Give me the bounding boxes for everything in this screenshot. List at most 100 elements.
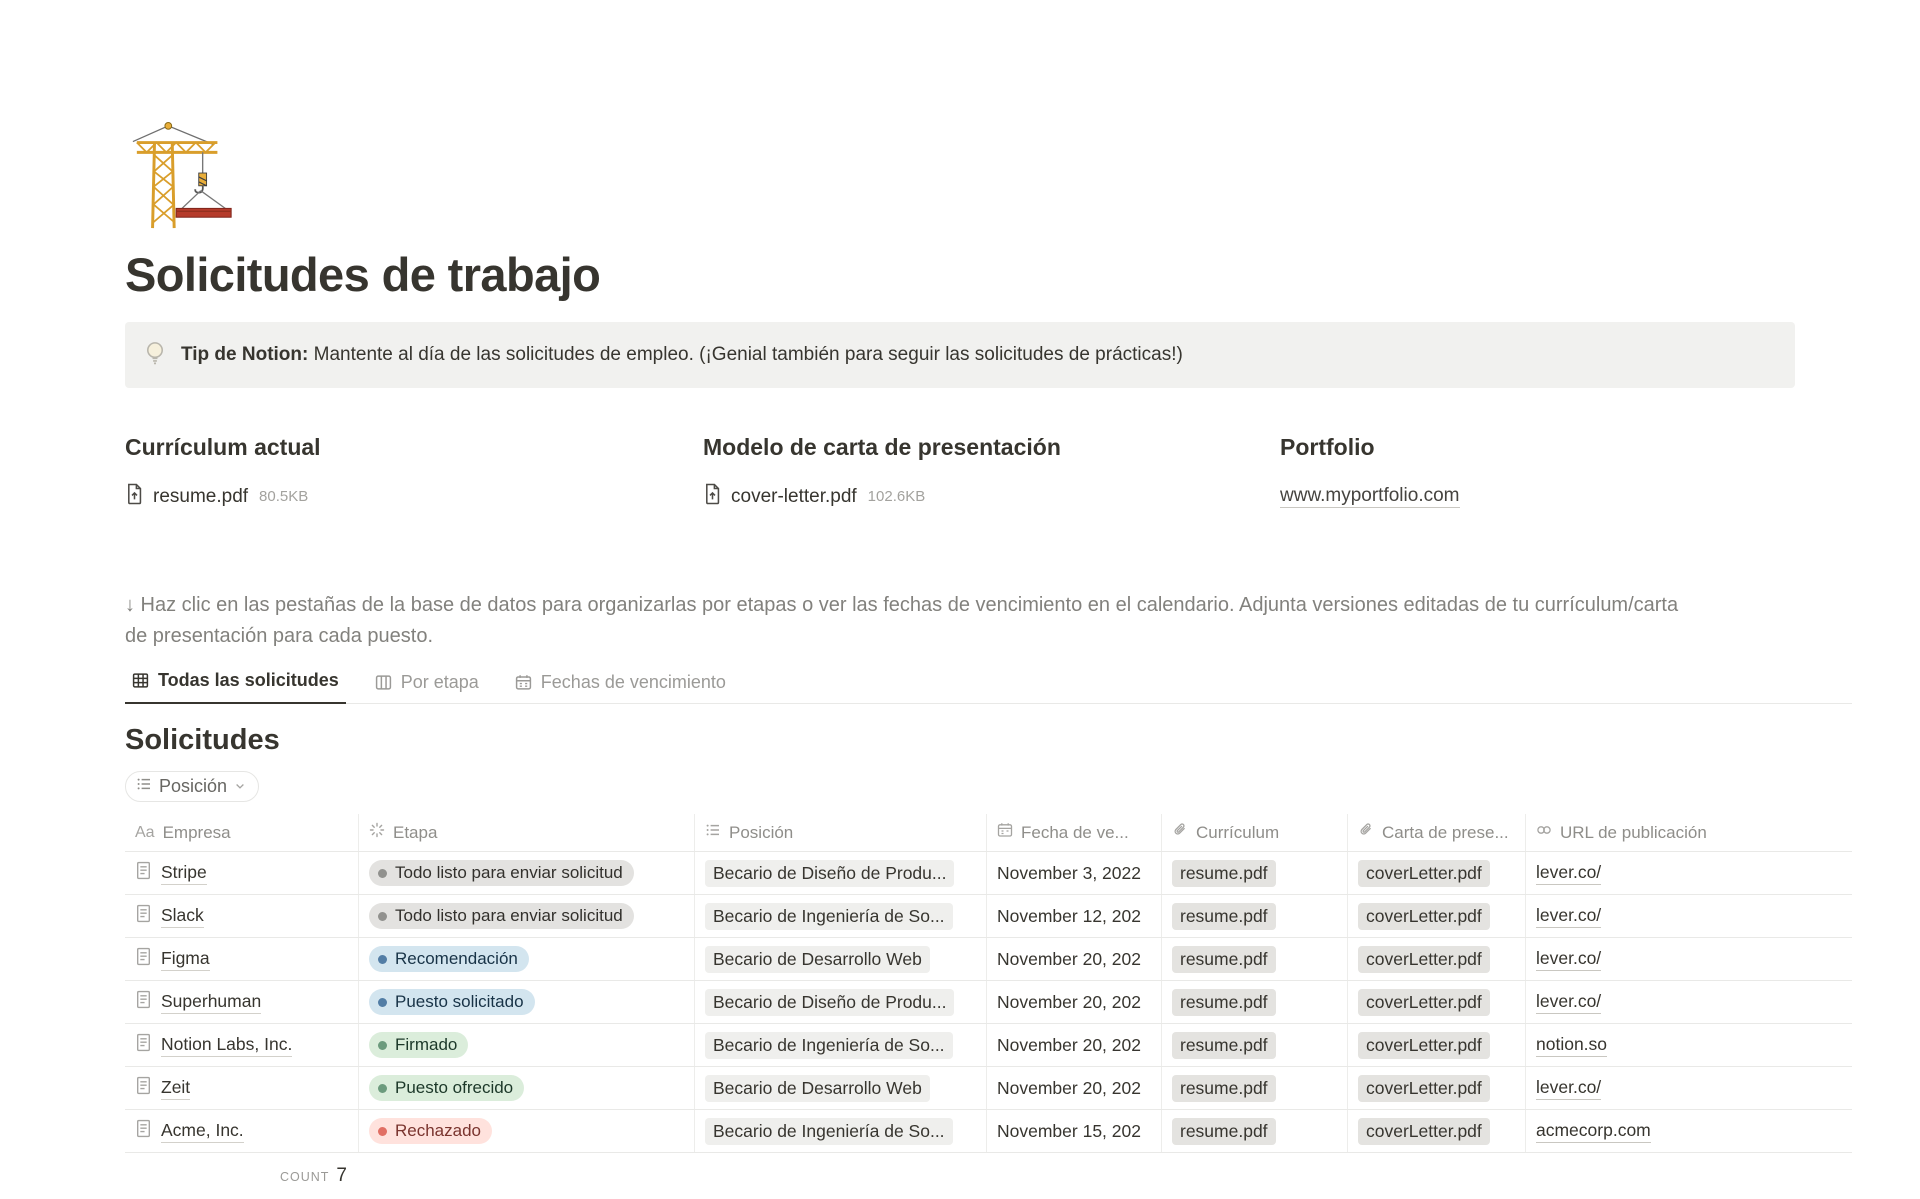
tab-fechas-de-vencimiento[interactable]: Fechas de vencimiento — [508, 664, 733, 704]
posting-url[interactable]: lever.co/ — [1536, 948, 1601, 971]
cover-letter-chip[interactable]: coverLetter.pdf — [1358, 860, 1490, 887]
resume-cell[interactable]: resume.pdf — [1162, 981, 1348, 1023]
cover-letter-cell[interactable]: coverLetter.pdf — [1348, 938, 1526, 980]
resume-chip[interactable]: resume.pdf — [1172, 1118, 1276, 1145]
cover-letter-chip[interactable]: coverLetter.pdf — [1358, 1118, 1490, 1145]
posting-url[interactable]: acmecorp.com — [1536, 1120, 1651, 1143]
company-cell[interactable]: Slack — [125, 895, 359, 937]
due-date-cell[interactable]: November 20, 202 — [987, 1024, 1162, 1066]
posting-url[interactable]: lever.co/ — [1536, 1077, 1601, 1100]
cover-letter-chip[interactable]: coverLetter.pdf — [1358, 1075, 1490, 1102]
company-cell[interactable]: Stripe — [125, 852, 359, 894]
url-cell[interactable]: lever.co/ — [1526, 938, 1852, 980]
company-name[interactable]: Acme, Inc. — [161, 1120, 244, 1143]
due-date-cell[interactable]: November 20, 202 — [987, 1067, 1162, 1109]
resume-chip[interactable]: resume.pdf — [1172, 860, 1276, 887]
cover-letter-chip[interactable]: coverLetter.pdf — [1358, 1032, 1490, 1059]
page-icon — [135, 1119, 152, 1143]
column-header-carta[interactable]: Carta de prese... — [1348, 814, 1526, 851]
table-row: Acme, Inc. Rechazado Becario de Ingenier… — [125, 1110, 1852, 1153]
stage-cell[interactable]: Rechazado — [359, 1110, 695, 1152]
tab-label: Todas las solicitudes — [158, 670, 339, 691]
cover-letter-cell[interactable]: coverLetter.pdf — [1348, 895, 1526, 937]
company-name[interactable]: Zeit — [161, 1077, 190, 1100]
resume-chip[interactable]: resume.pdf — [1172, 1075, 1276, 1102]
page-title: Solicitudes de trabajo — [125, 247, 1852, 302]
url-cell[interactable]: notion.so — [1526, 1024, 1852, 1066]
position-cell[interactable]: Becario de Diseño de Produ... — [695, 981, 987, 1023]
position-cell[interactable]: Becario de Ingeniería de So... — [695, 895, 987, 937]
column-header-etapa[interactable]: Etapa — [359, 814, 695, 851]
url-cell[interactable]: lever.co/ — [1526, 895, 1852, 937]
column-header-fecha[interactable]: Fecha de ve... — [987, 814, 1162, 851]
count-footer[interactable]: COUNT7 — [125, 1165, 359, 1187]
due-date-cell[interactable]: November 20, 202 — [987, 981, 1162, 1023]
position-cell[interactable]: Becario de Diseño de Produ... — [695, 852, 987, 894]
cover-letter-cell[interactable]: coverLetter.pdf — [1348, 1067, 1526, 1109]
company-name[interactable]: Figma — [161, 948, 210, 971]
cover-letter-chip[interactable]: coverLetter.pdf — [1358, 903, 1490, 930]
resume-chip[interactable]: resume.pdf — [1172, 989, 1276, 1016]
url-cell[interactable]: acmecorp.com — [1526, 1110, 1852, 1152]
column-header-empresa[interactable]: Aa Empresa — [125, 814, 359, 851]
resume-chip[interactable]: resume.pdf — [1172, 903, 1276, 930]
resume-file-link[interactable]: resume.pdf — [153, 486, 248, 508]
stage-cell[interactable]: Puesto solicitado — [359, 981, 695, 1023]
due-date-cell[interactable]: November 20, 202 — [987, 938, 1162, 980]
cover-letter-cell[interactable]: coverLetter.pdf — [1348, 852, 1526, 894]
company-cell[interactable]: Superhuman — [125, 981, 359, 1023]
cover-letter-cell[interactable]: coverLetter.pdf — [1348, 1110, 1526, 1152]
stage-cell[interactable]: Puesto ofrecido — [359, 1067, 695, 1109]
resume-cell[interactable]: resume.pdf — [1162, 938, 1348, 980]
position-cell[interactable]: Becario de Desarrollo Web — [695, 1067, 987, 1109]
company-name[interactable]: Notion Labs, Inc. — [161, 1034, 292, 1057]
cover-letter-file-link[interactable]: cover-letter.pdf — [731, 486, 857, 508]
company-name[interactable]: Slack — [161, 905, 204, 928]
board-view-icon — [375, 674, 392, 691]
company-cell[interactable]: Notion Labs, Inc. — [125, 1024, 359, 1066]
posting-url[interactable]: lever.co/ — [1536, 991, 1601, 1014]
resume-chip[interactable]: resume.pdf — [1172, 1032, 1276, 1059]
resume-cell[interactable]: resume.pdf — [1162, 852, 1348, 894]
column-header-curriculum[interactable]: Currículum — [1162, 814, 1348, 851]
due-date-cell[interactable]: November 15, 202 — [987, 1110, 1162, 1152]
posting-url[interactable]: lever.co/ — [1536, 862, 1601, 885]
company-cell[interactable]: Acme, Inc. — [125, 1110, 359, 1152]
position-filter-button[interactable]: Posición — [125, 771, 259, 802]
due-date-cell[interactable]: November 3, 2022 — [987, 852, 1162, 894]
cover-letter-cell[interactable]: coverLetter.pdf — [1348, 1024, 1526, 1066]
tab-todas-las-solicitudes[interactable]: Todas las solicitudes — [125, 662, 346, 704]
stage-pill: Todo listo para enviar solicitud — [369, 860, 634, 886]
resume-chip[interactable]: resume.pdf — [1172, 946, 1276, 973]
stage-cell[interactable]: Recomendación — [359, 938, 695, 980]
page-icon — [135, 947, 152, 971]
portfolio-link[interactable]: www.myportfolio.com — [1280, 485, 1460, 508]
stage-cell[interactable]: Firmado — [359, 1024, 695, 1066]
due-date-cell[interactable]: November 12, 202 — [987, 895, 1162, 937]
url-cell[interactable]: lever.co/ — [1526, 852, 1852, 894]
cover-letter-chip[interactable]: coverLetter.pdf — [1358, 989, 1490, 1016]
stage-pill: Todo listo para enviar solicitud — [369, 903, 634, 929]
company-cell[interactable]: Figma — [125, 938, 359, 980]
resume-cell[interactable]: resume.pdf — [1162, 1067, 1348, 1109]
posting-url[interactable]: lever.co/ — [1536, 905, 1601, 928]
position-cell[interactable]: Becario de Desarrollo Web — [695, 938, 987, 980]
position-cell[interactable]: Becario de Ingeniería de So... — [695, 1024, 987, 1066]
resume-cell[interactable]: resume.pdf — [1162, 1024, 1348, 1066]
tab-por-etapa[interactable]: Por etapa — [368, 664, 486, 704]
url-cell[interactable]: lever.co/ — [1526, 1067, 1852, 1109]
column-header-posicion[interactable]: Posición — [695, 814, 987, 851]
stage-cell[interactable]: Todo listo para enviar solicitud — [359, 852, 695, 894]
company-name[interactable]: Superhuman — [161, 991, 261, 1014]
company-cell[interactable]: Zeit — [125, 1067, 359, 1109]
stage-cell[interactable]: Todo listo para enviar solicitud — [359, 895, 695, 937]
resume-cell[interactable]: resume.pdf — [1162, 895, 1348, 937]
posting-url[interactable]: notion.so — [1536, 1034, 1607, 1057]
position-cell[interactable]: Becario de Ingeniería de So... — [695, 1110, 987, 1152]
cover-letter-cell[interactable]: coverLetter.pdf — [1348, 981, 1526, 1023]
company-name[interactable]: Stripe — [161, 862, 207, 885]
url-cell[interactable]: lever.co/ — [1526, 981, 1852, 1023]
cover-letter-chip[interactable]: coverLetter.pdf — [1358, 946, 1490, 973]
column-header-url[interactable]: URL de publicación — [1526, 814, 1852, 851]
resume-cell[interactable]: resume.pdf — [1162, 1110, 1348, 1152]
